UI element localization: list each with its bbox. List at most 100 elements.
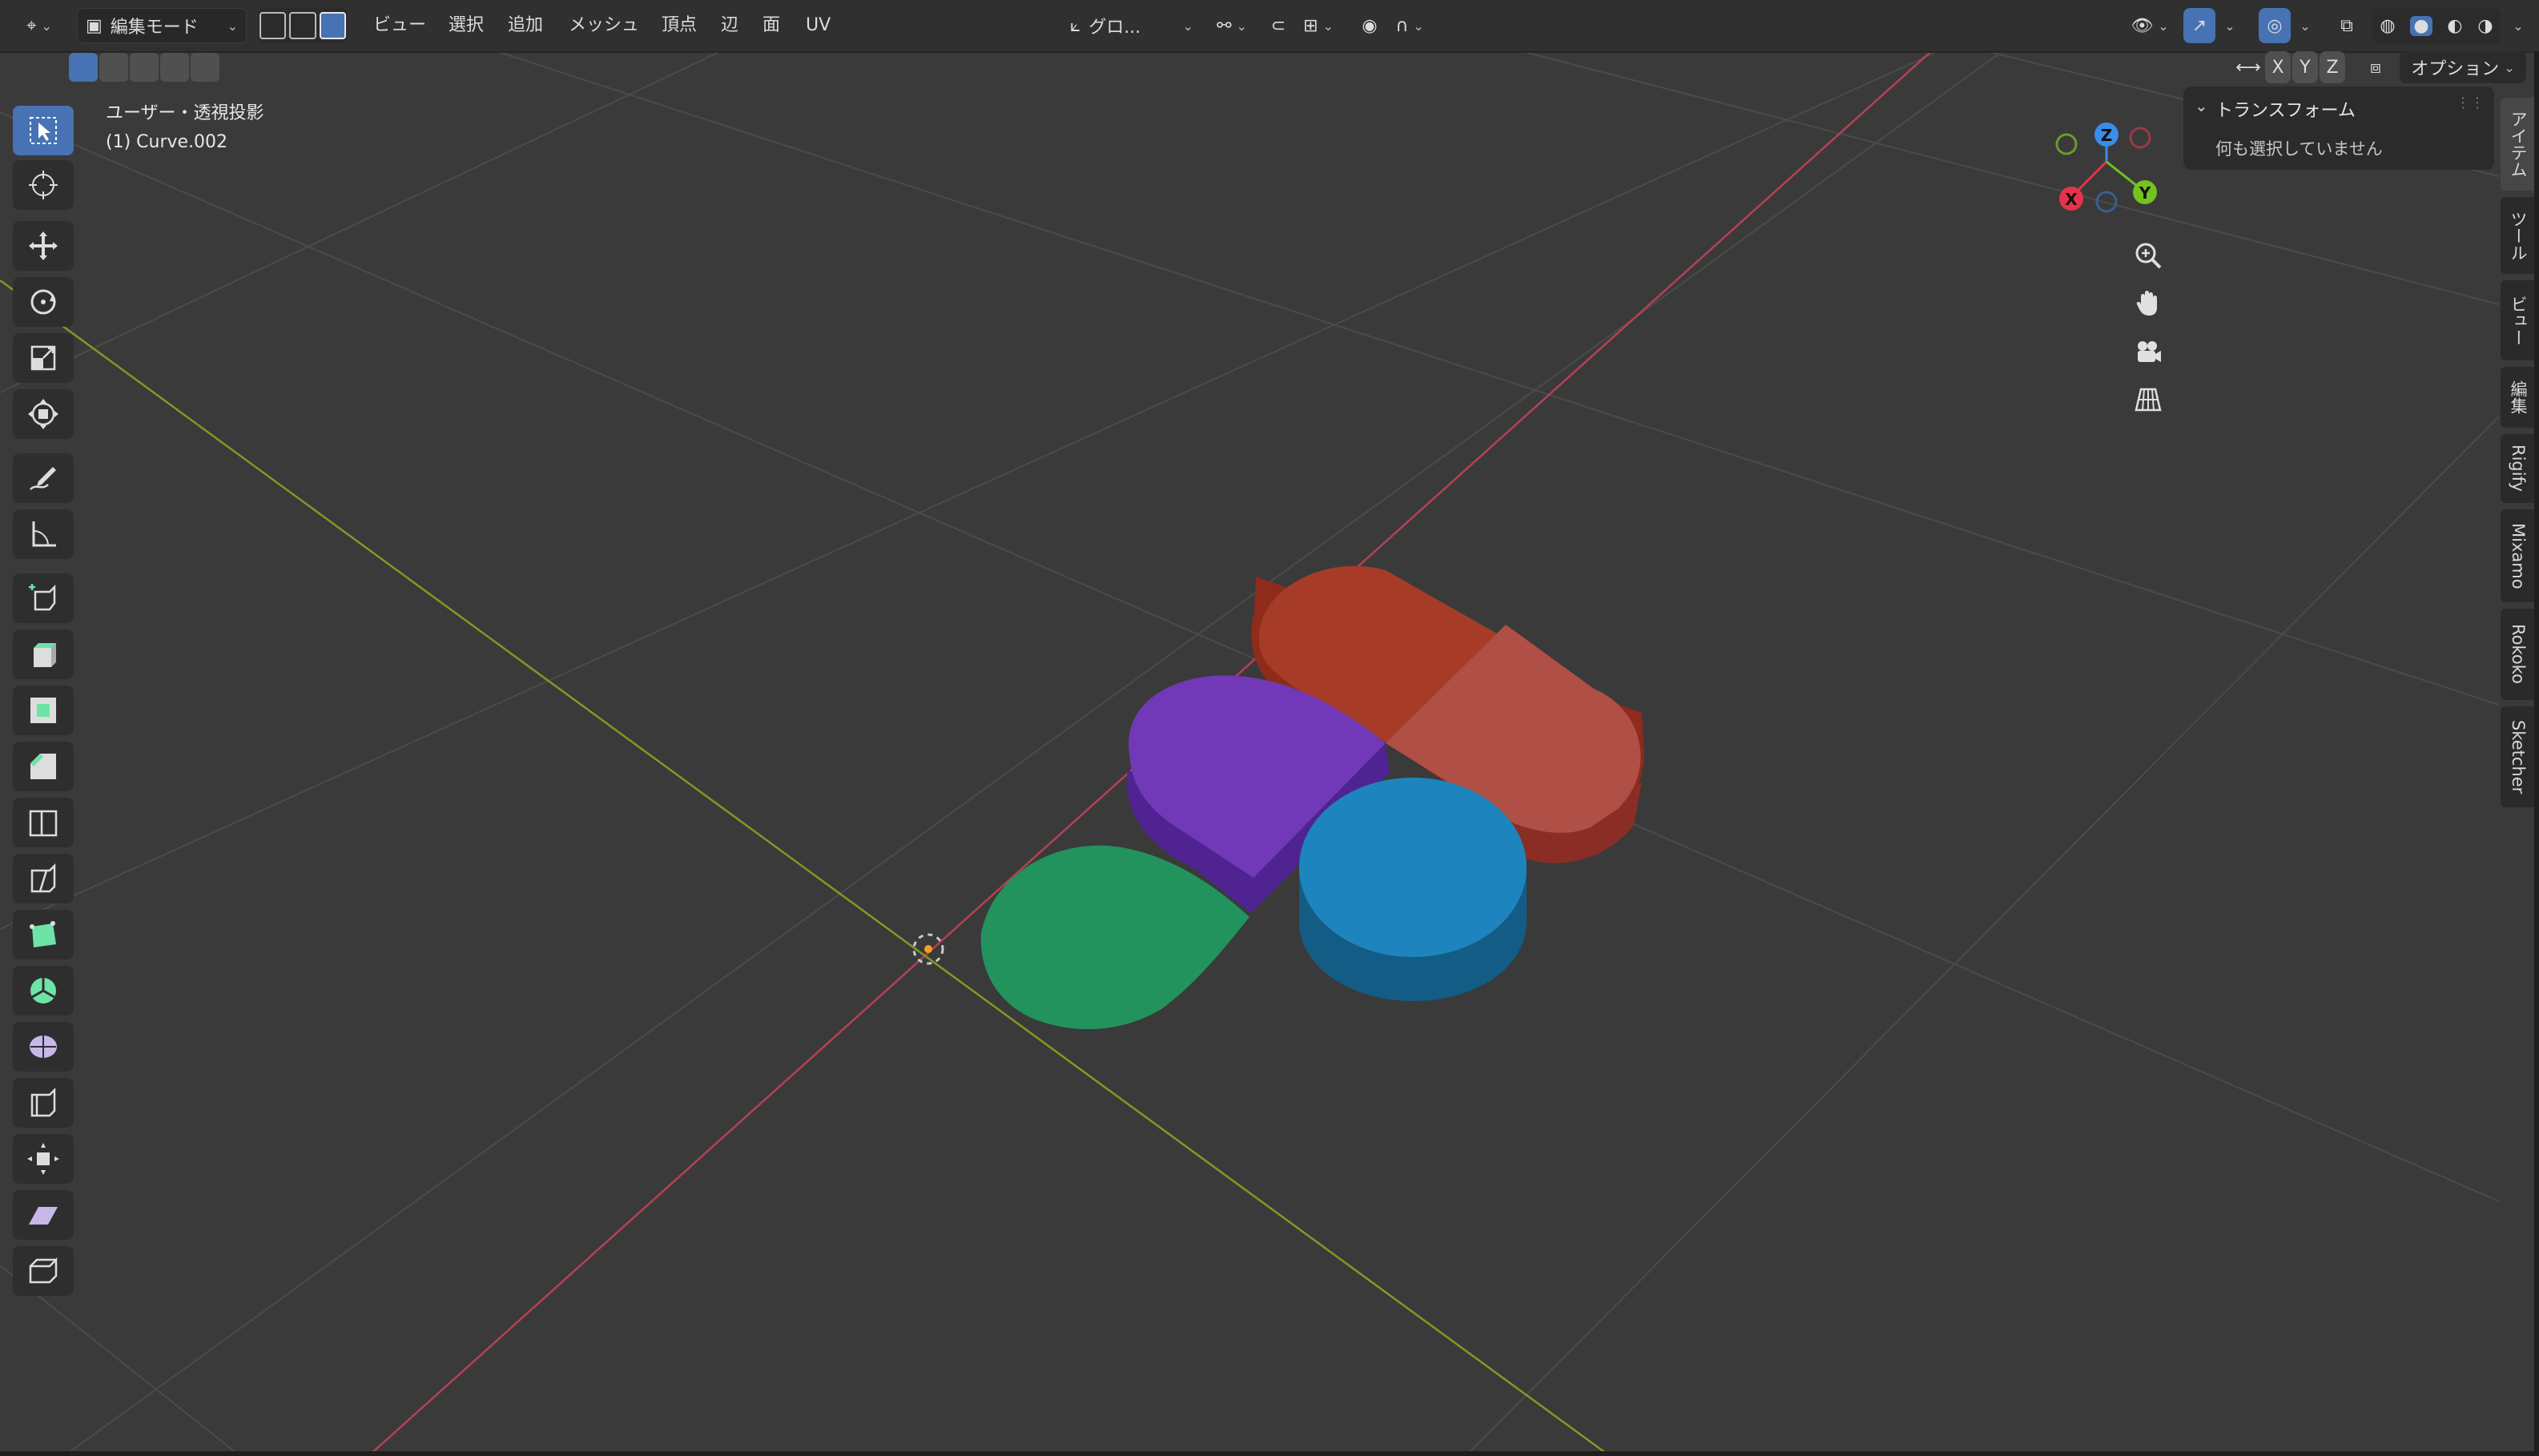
proportional-editing-toggle[interactable]: ◉: [1354, 8, 1386, 43]
select-intersect-button[interactable]: [191, 53, 219, 82]
scale-icon: [30, 345, 56, 371]
smooth-icon: [30, 1036, 57, 1058]
chevron-down-icon[interactable]: ⌄: [2195, 96, 2208, 115]
wireframe-shading-icon[interactable]: ◍: [2380, 16, 2395, 36]
mirror-x-toggle[interactable]: X: [2265, 51, 2291, 83]
tab-rokoko[interactable]: Rokoko: [2501, 609, 2536, 700]
snap-toggle[interactable]: ⊂: [1262, 8, 1294, 43]
menu-view[interactable]: ビュー: [367, 10, 433, 42]
visibility-dropdown[interactable]: 👁 ⌄: [2124, 8, 2175, 43]
nothing-selected-message: 何も選択していません: [2215, 139, 2383, 159]
vertex-select-button[interactable]: [260, 12, 287, 39]
extrude-region-tool[interactable]: [13, 629, 74, 679]
shrink-fatten-tool[interactable]: [13, 1134, 74, 1184]
transform-panel-title[interactable]: トランスフォーム: [2215, 96, 2356, 122]
tab-tool[interactable]: ツール: [2501, 197, 2536, 274]
auto-merge-icon[interactable]: ⧈: [2361, 51, 2390, 83]
3d-viewport[interactable]: Z X Y: [0, 0, 2539, 1456]
chevron-down-icon: ⌄: [2224, 18, 2235, 34]
scale-tool[interactable]: [13, 333, 74, 383]
options-dropdown[interactable]: オプション ⌄: [2400, 51, 2526, 83]
knife-icon: [30, 863, 56, 893]
gizmo-neg-y-dot[interactable]: [2055, 133, 2078, 155]
select-box-tool[interactable]: [13, 106, 74, 155]
bevel-icon: [30, 754, 56, 779]
edge-slide-icon: [30, 1087, 56, 1117]
orientation-label: グロ...: [1088, 18, 1141, 38]
mirror-z-toggle[interactable]: Z: [2320, 51, 2345, 83]
inset-faces-tool[interactable]: [13, 686, 74, 735]
menu-mesh[interactable]: メッシュ: [562, 10, 646, 42]
transform-orientation-dropdown[interactable]: ⟀ グロ... ⌄: [1070, 8, 1193, 43]
overlay-dropdown[interactable]: ⌄: [2291, 8, 2315, 43]
camera-view-button[interactable]: [2123, 330, 2174, 373]
navigation-gizmo[interactable]: Z X Y: [2055, 123, 2157, 213]
spin-tool[interactable]: [13, 966, 74, 1016]
tab-item[interactable]: アイテム: [2501, 98, 2536, 191]
smooth-tool[interactable]: [13, 1022, 74, 1072]
mesh-edit-icon: ⌖: [26, 15, 37, 36]
add-cube-tool[interactable]: [13, 573, 74, 623]
add-cube-icon: [29, 584, 56, 611]
edge-slide-tool[interactable]: [13, 1078, 74, 1128]
proportional-falloff-dropdown[interactable]: ∩ ⌄: [1386, 8, 1434, 43]
spin-icon: [30, 978, 56, 1004]
face-select-button[interactable]: [319, 12, 346, 39]
rendered-shading-icon[interactable]: ◑: [2477, 16, 2493, 36]
mirror-y-toggle[interactable]: Y: [2292, 51, 2318, 83]
menu-select[interactable]: 選択: [442, 10, 490, 42]
knife-tool[interactable]: [13, 854, 74, 903]
edge-select-button[interactable]: [289, 12, 316, 39]
solid-shading-icon[interactable]: ●: [2410, 15, 2432, 36]
gizmo-neg-x-dot[interactable]: [2129, 127, 2151, 149]
blue-cylinder-shape[interactable]: [1299, 778, 1527, 1001]
menu-edge[interactable]: 辺: [714, 10, 745, 42]
poly-build-tool[interactable]: [13, 910, 74, 959]
transform-tool[interactable]: [13, 389, 74, 439]
falloff-curve-icon: ∩: [1395, 15, 1409, 36]
measure-tool[interactable]: [13, 509, 74, 559]
menu-uv[interactable]: UV: [799, 10, 837, 42]
rip-region-tool[interactable]: [13, 1246, 74, 1296]
select-subtract-button[interactable]: [130, 53, 159, 82]
menu-vertex[interactable]: 頂点: [655, 10, 703, 42]
select-difference-button[interactable]: [160, 53, 189, 82]
editor-type-button[interactable]: ⌖ ⌄: [16, 8, 62, 43]
tab-mixamo[interactable]: Mixamo: [2501, 509, 2536, 602]
blender-window: Z X Y ⌖ ⌄ ▣ 編集モード ⌄ ビュー 選択 追加 メッシュ 頂点 辺 面…: [0, 0, 2539, 1456]
gizmo-neg-z-dot[interactable]: [2095, 191, 2118, 213]
pivot-point-dropdown[interactable]: ⚯ ⌄: [1208, 8, 1256, 43]
overlay-toggle[interactable]: ◎: [2259, 8, 2291, 43]
loop-cut-tool[interactable]: [13, 798, 74, 847]
gizmo-dropdown[interactable]: ⌄: [2215, 8, 2239, 43]
snap-increment-icon: ⊞: [1303, 15, 1318, 36]
gizmo-icon: ↗: [2191, 15, 2207, 36]
annotate-tool[interactable]: [13, 453, 74, 503]
snap-target-dropdown[interactable]: ⊞ ⌄: [1294, 8, 1342, 43]
perspective-toggle-button[interactable]: [2123, 378, 2174, 421]
shading-dropdown[interactable]: ⌄: [2502, 8, 2529, 43]
material-shading-icon[interactable]: ◐: [2447, 16, 2462, 36]
drag-handle-icon[interactable]: ⋮⋮: [2456, 95, 2485, 111]
pan-button[interactable]: [2123, 282, 2174, 325]
tab-edit[interactable]: 編集: [2501, 367, 2536, 428]
bevel-tool[interactable]: [13, 742, 74, 791]
xray-toggle[interactable]: ⧉: [2331, 8, 2363, 43]
cursor-tool[interactable]: [13, 160, 74, 210]
select-new-button[interactable]: [69, 53, 98, 82]
rotate-tool[interactable]: [13, 277, 74, 327]
move-tool[interactable]: [13, 221, 74, 271]
select-extend-button[interactable]: [99, 53, 128, 82]
rip-icon: [29, 1257, 58, 1284]
gizmo-toggle[interactable]: ↗: [2183, 8, 2215, 43]
tab-rigify[interactable]: Rigify: [2501, 434, 2536, 503]
mode-dropdown[interactable]: ▣ 編集モード ⌄: [77, 8, 247, 43]
tab-sketcher[interactable]: Sketcher: [2501, 706, 2536, 807]
eye-icon: 👁: [2131, 15, 2154, 36]
options-label: オプション: [2411, 59, 2500, 79]
menu-face[interactable]: 面: [756, 10, 787, 42]
menu-add[interactable]: 追加: [501, 10, 549, 42]
tab-view[interactable]: ビュー: [2501, 280, 2536, 360]
zoom-button[interactable]: [2123, 234, 2174, 277]
shear-tool[interactable]: [13, 1190, 74, 1240]
